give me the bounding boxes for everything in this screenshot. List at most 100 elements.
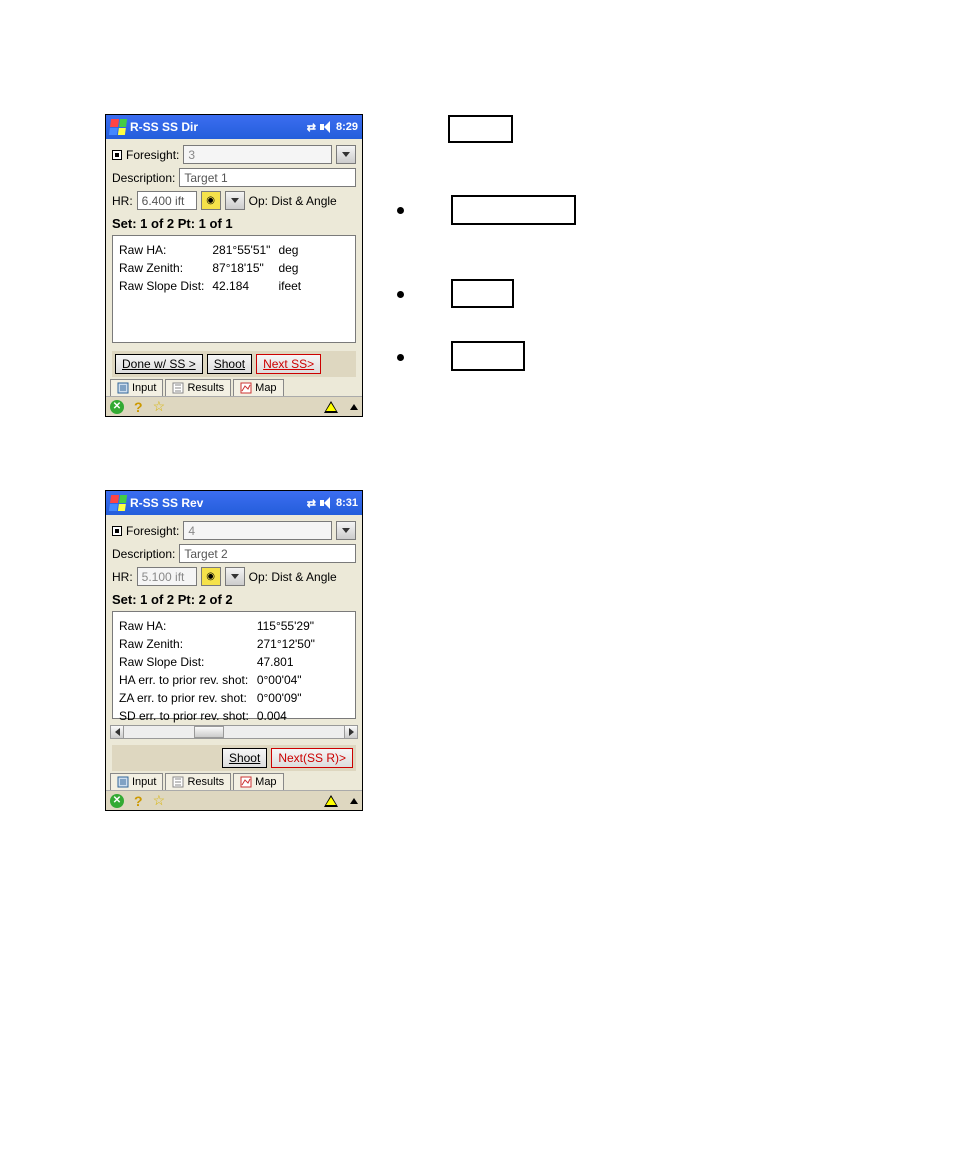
window-title: R-SS SS Dir bbox=[130, 120, 198, 134]
star-icon[interactable]: ☆ bbox=[153, 792, 166, 809]
shoot-button[interactable]: Shoot bbox=[222, 748, 267, 768]
form-icon bbox=[117, 776, 129, 788]
clock-time: 8:29 bbox=[336, 121, 358, 133]
tab-map[interactable]: Map bbox=[233, 379, 283, 396]
row-label: Raw Zenith: bbox=[119, 636, 255, 652]
bullet-icon bbox=[397, 354, 404, 361]
row-label: Raw Zenith: bbox=[119, 260, 210, 276]
horizontal-scrollbar[interactable] bbox=[106, 723, 362, 737]
device-window-rev: R-SS SS Rev ⇄ 8:31 Foresight: 4 Descript… bbox=[105, 490, 363, 811]
scroll-left-button[interactable] bbox=[110, 725, 124, 739]
scroll-thumb[interactable] bbox=[194, 726, 224, 738]
annotation-box bbox=[451, 341, 525, 371]
description-input[interactable]: Target 2 bbox=[179, 544, 356, 563]
tab-map[interactable]: Map bbox=[233, 773, 283, 790]
row-value: 281°55'51" bbox=[212, 242, 276, 258]
set-pt-status: Set: 1 of 2 Pt: 1 of 1 bbox=[112, 216, 356, 231]
row-label: Raw HA: bbox=[119, 618, 255, 634]
foresight-input[interactable]: 3 bbox=[183, 145, 332, 164]
op-label: Op: Dist & Angle bbox=[249, 570, 337, 584]
warning-icon[interactable] bbox=[324, 401, 338, 413]
tab-results[interactable]: Results bbox=[165, 379, 231, 396]
windows-flag-icon bbox=[109, 119, 127, 135]
tab-results[interactable]: Results bbox=[165, 773, 231, 790]
op-label: Op: Dist & Angle bbox=[249, 194, 337, 208]
up-arrow-icon[interactable] bbox=[350, 404, 358, 410]
window-title: R-SS SS Rev bbox=[130, 496, 203, 510]
tab-label: Input bbox=[132, 382, 156, 394]
description-label: Description: bbox=[112, 171, 175, 185]
windows-flag-icon bbox=[109, 495, 127, 511]
button-row: Done w/ SS > Shoot Next SS> bbox=[112, 351, 356, 377]
hr-dropdown-button[interactable] bbox=[225, 191, 245, 210]
annotation-box bbox=[448, 115, 513, 143]
title-bar: R-SS SS Dir ⇄ 8:29 bbox=[106, 115, 362, 139]
set-pt-status: Set: 1 of 2 Pt: 2 of 2 bbox=[112, 592, 356, 607]
list-icon bbox=[172, 382, 184, 394]
star-icon[interactable]: ☆ bbox=[153, 398, 166, 415]
bottom-bar: ✕ ? ☆ bbox=[106, 790, 362, 810]
device-window-dir: R-SS SS Dir ⇄ 8:29 Foresight: 3 Descript… bbox=[105, 114, 363, 417]
target-icon-button[interactable]: ◉ bbox=[201, 567, 221, 586]
hr-dropdown-button[interactable] bbox=[225, 567, 245, 586]
next-ss-r-button[interactable]: Next(SS R)> bbox=[271, 748, 353, 768]
row-value: 42.184 bbox=[212, 278, 276, 294]
measurement-data-area: Raw HA:115°55'29" Raw Zenith:271°12'50" … bbox=[112, 611, 356, 719]
description-input[interactable]: Target 1 bbox=[179, 168, 356, 187]
next-ss-button[interactable]: Next SS> bbox=[256, 354, 321, 374]
row-value: 0°00'04" bbox=[257, 672, 321, 688]
row-unit: deg bbox=[278, 260, 307, 276]
row-label: HA err. to prior rev. shot: bbox=[119, 672, 255, 688]
foresight-label: Foresight: bbox=[126, 148, 179, 162]
form-icon bbox=[117, 382, 129, 394]
row-unit: deg bbox=[278, 242, 307, 258]
foresight-dropdown-button[interactable] bbox=[336, 145, 356, 164]
tab-label: Map bbox=[255, 776, 276, 788]
speaker-icon bbox=[320, 497, 332, 509]
tabs-row: Input Results Map bbox=[106, 377, 362, 396]
sync-icon: ⇄ bbox=[307, 497, 316, 510]
measurement-data-area: Raw HA:281°55'51"deg Raw Zenith:87°18'15… bbox=[112, 235, 356, 343]
target-icon-button[interactable]: ◉ bbox=[201, 191, 221, 210]
map-icon bbox=[240, 382, 252, 394]
scroll-track[interactable] bbox=[124, 725, 344, 739]
up-arrow-icon[interactable] bbox=[350, 798, 358, 804]
sync-icon: ⇄ bbox=[307, 121, 316, 134]
foresight-checkbox[interactable] bbox=[112, 150, 122, 160]
foresight-dropdown-button[interactable] bbox=[336, 521, 356, 540]
foresight-checkbox[interactable] bbox=[112, 526, 122, 536]
hr-input[interactable]: 5.100 ift bbox=[137, 567, 197, 586]
row-value: 115°55'29" bbox=[257, 618, 321, 634]
help-icon[interactable]: ? bbox=[134, 793, 143, 809]
warning-icon[interactable] bbox=[324, 795, 338, 807]
scroll-right-button[interactable] bbox=[344, 725, 358, 739]
row-value: 271°12'50" bbox=[257, 636, 321, 652]
done-ss-button[interactable]: Done w/ SS > bbox=[115, 354, 203, 374]
row-label: Raw HA: bbox=[119, 242, 210, 258]
foresight-input[interactable]: 4 bbox=[183, 521, 332, 540]
annotation-box bbox=[451, 279, 514, 308]
row-value: 0.004 bbox=[257, 708, 321, 724]
close-icon[interactable]: ✕ bbox=[110, 794, 124, 808]
tab-input[interactable]: Input bbox=[110, 379, 163, 396]
hr-label: HR: bbox=[112, 570, 133, 584]
row-label: Raw Slope Dist: bbox=[119, 278, 210, 294]
hr-label: HR: bbox=[112, 194, 133, 208]
foresight-label: Foresight: bbox=[126, 524, 179, 538]
button-row: Shoot Next(SS R)> bbox=[112, 745, 356, 771]
bullet-icon bbox=[397, 207, 404, 214]
close-icon[interactable]: ✕ bbox=[110, 400, 124, 414]
help-icon[interactable]: ? bbox=[134, 399, 143, 415]
shoot-button[interactable]: Shoot bbox=[207, 354, 252, 374]
row-label: SD err. to prior rev. shot: bbox=[119, 708, 255, 724]
hr-input[interactable]: 6.400 ift bbox=[137, 191, 197, 210]
tab-input[interactable]: Input bbox=[110, 773, 163, 790]
row-label: ZA err. to prior rev. shot: bbox=[119, 690, 255, 706]
tab-label: Results bbox=[187, 776, 224, 788]
clock-time: 8:31 bbox=[336, 497, 358, 509]
annotation-box bbox=[451, 195, 576, 225]
row-value: 0°00'09" bbox=[257, 690, 321, 706]
tab-label: Results bbox=[187, 382, 224, 394]
title-bar: R-SS SS Rev ⇄ 8:31 bbox=[106, 491, 362, 515]
tab-label: Map bbox=[255, 382, 276, 394]
